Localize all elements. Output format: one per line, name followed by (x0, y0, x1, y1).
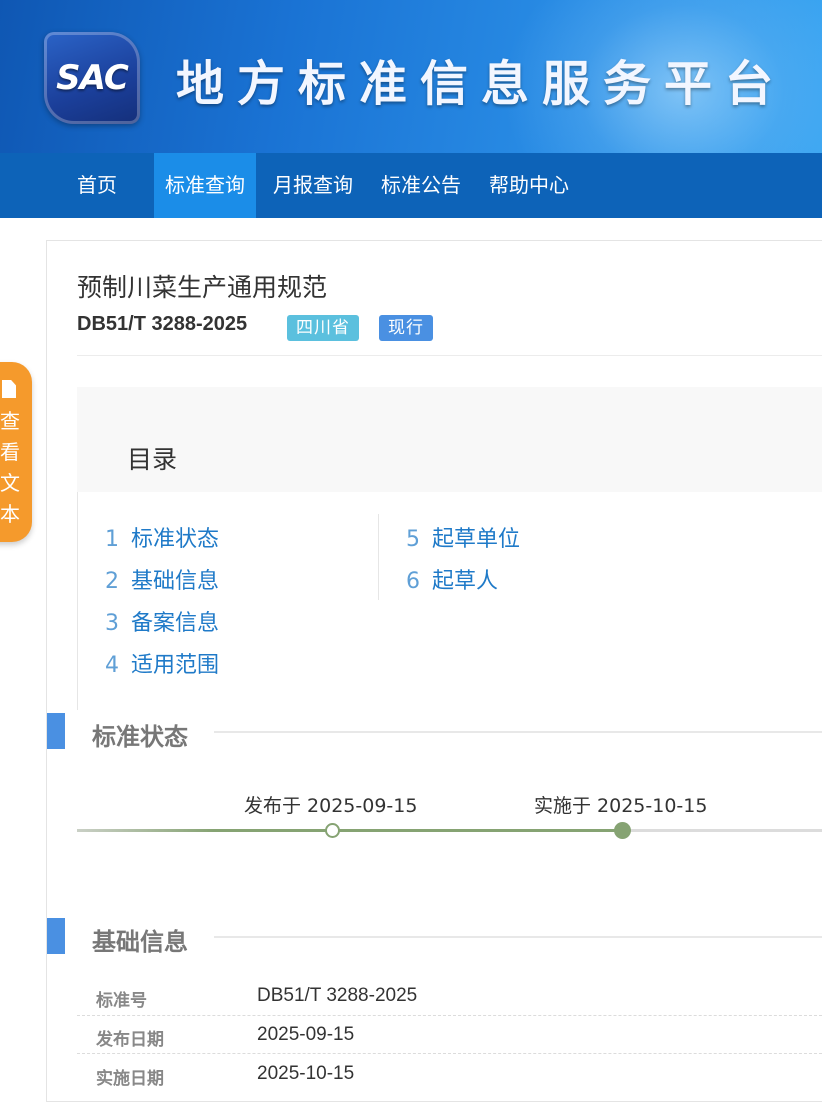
section-marker (47, 713, 65, 749)
header-banner: SAC 地方标准信息服务平台 (0, 0, 822, 153)
toc-item-filing-info[interactable]: 3 备案信息 (105, 605, 219, 637)
timeline-dot-publish (325, 823, 340, 838)
section-divider (214, 731, 822, 733)
toc-item-drafters[interactable]: 6 起草人 (406, 563, 498, 595)
row-divider (77, 1053, 822, 1054)
timeline-label-implement: 实施于 2025-10-15 (534, 795, 708, 817)
site-title: 地方标准信息服务平台 (176, 56, 787, 112)
toc-num: 6 (406, 569, 420, 594)
toc-num: 3 (105, 611, 119, 636)
toc-label: 基础信息 (131, 569, 220, 594)
toc-num: 4 (105, 653, 119, 678)
nav-item-help-center[interactable]: 帮助中心 (480, 153, 578, 218)
toc-column-divider (378, 514, 379, 600)
info-key: 实施日期 (96, 1069, 164, 1089)
timeline-dot-implement (614, 822, 631, 839)
nav-item-announcements[interactable]: 标准公告 (372, 153, 470, 218)
toc-label: 起草单位 (432, 527, 521, 552)
section-divider (214, 936, 822, 938)
title-divider (77, 355, 822, 356)
logo-text: SAC (56, 58, 129, 98)
toc-label: 适用范围 (131, 653, 220, 678)
nav-item-monthly-report[interactable]: 月报查询 (264, 153, 362, 218)
view-text-label: 查看文本 (0, 409, 20, 526)
standard-title: 预制川菜生产通用规范 (77, 273, 328, 302)
sac-logo[interactable]: SAC (44, 32, 140, 124)
toc-num: 1 (105, 527, 119, 552)
view-text-button[interactable]: 查看文本 (0, 362, 32, 542)
info-row-standard-number: 标准号 DB51/T 3288-2025 (77, 977, 822, 1015)
info-value: DB51/T 3288-2025 (257, 985, 418, 1006)
info-key: 标准号 (96, 991, 147, 1011)
timeline-progress (77, 829, 623, 832)
toc-item-standard-status[interactable]: 1 标准状态 (105, 521, 219, 553)
toc-label: 备案信息 (131, 611, 220, 636)
nav-item-standard-search[interactable]: 标准查询 (154, 153, 256, 218)
section-marker (47, 918, 65, 954)
toc-num: 2 (105, 569, 119, 594)
region-badge: 四川省 (287, 315, 359, 341)
info-value: 2025-09-15 (257, 1024, 355, 1045)
toc-item-basic-info[interactable]: 2 基础信息 (105, 563, 219, 595)
toc-title: 目录 (127, 445, 178, 474)
section-title-status: 标准状态 (92, 723, 188, 751)
toc-item-scope[interactable]: 4 适用范围 (105, 647, 219, 679)
nav-item-home[interactable]: 首页 (64, 153, 130, 218)
toc-item-drafting-units[interactable]: 5 起草单位 (406, 521, 520, 553)
main-nav: 首页 标准查询 月报查询 标准公告 帮助中心 (0, 153, 822, 218)
info-row-implement-date: 实施日期 2025-10-15 (77, 1055, 822, 1093)
info-key: 发布日期 (96, 1030, 164, 1050)
section-title-basic: 基础信息 (92, 928, 188, 956)
status-badge: 现行 (379, 315, 433, 341)
toc-label: 标准状态 (131, 527, 220, 552)
toc-num: 5 (406, 527, 420, 552)
info-row-publish-date: 发布日期 2025-09-15 (77, 1016, 822, 1054)
toc-left-border (77, 492, 78, 710)
toc-label: 起草人 (432, 569, 499, 594)
toc-header (77, 387, 822, 492)
timeline-label-publish: 发布于 2025-09-15 (244, 795, 418, 817)
standard-code: DB51/T 3288-2025 (77, 313, 248, 335)
document-icon (2, 380, 16, 398)
